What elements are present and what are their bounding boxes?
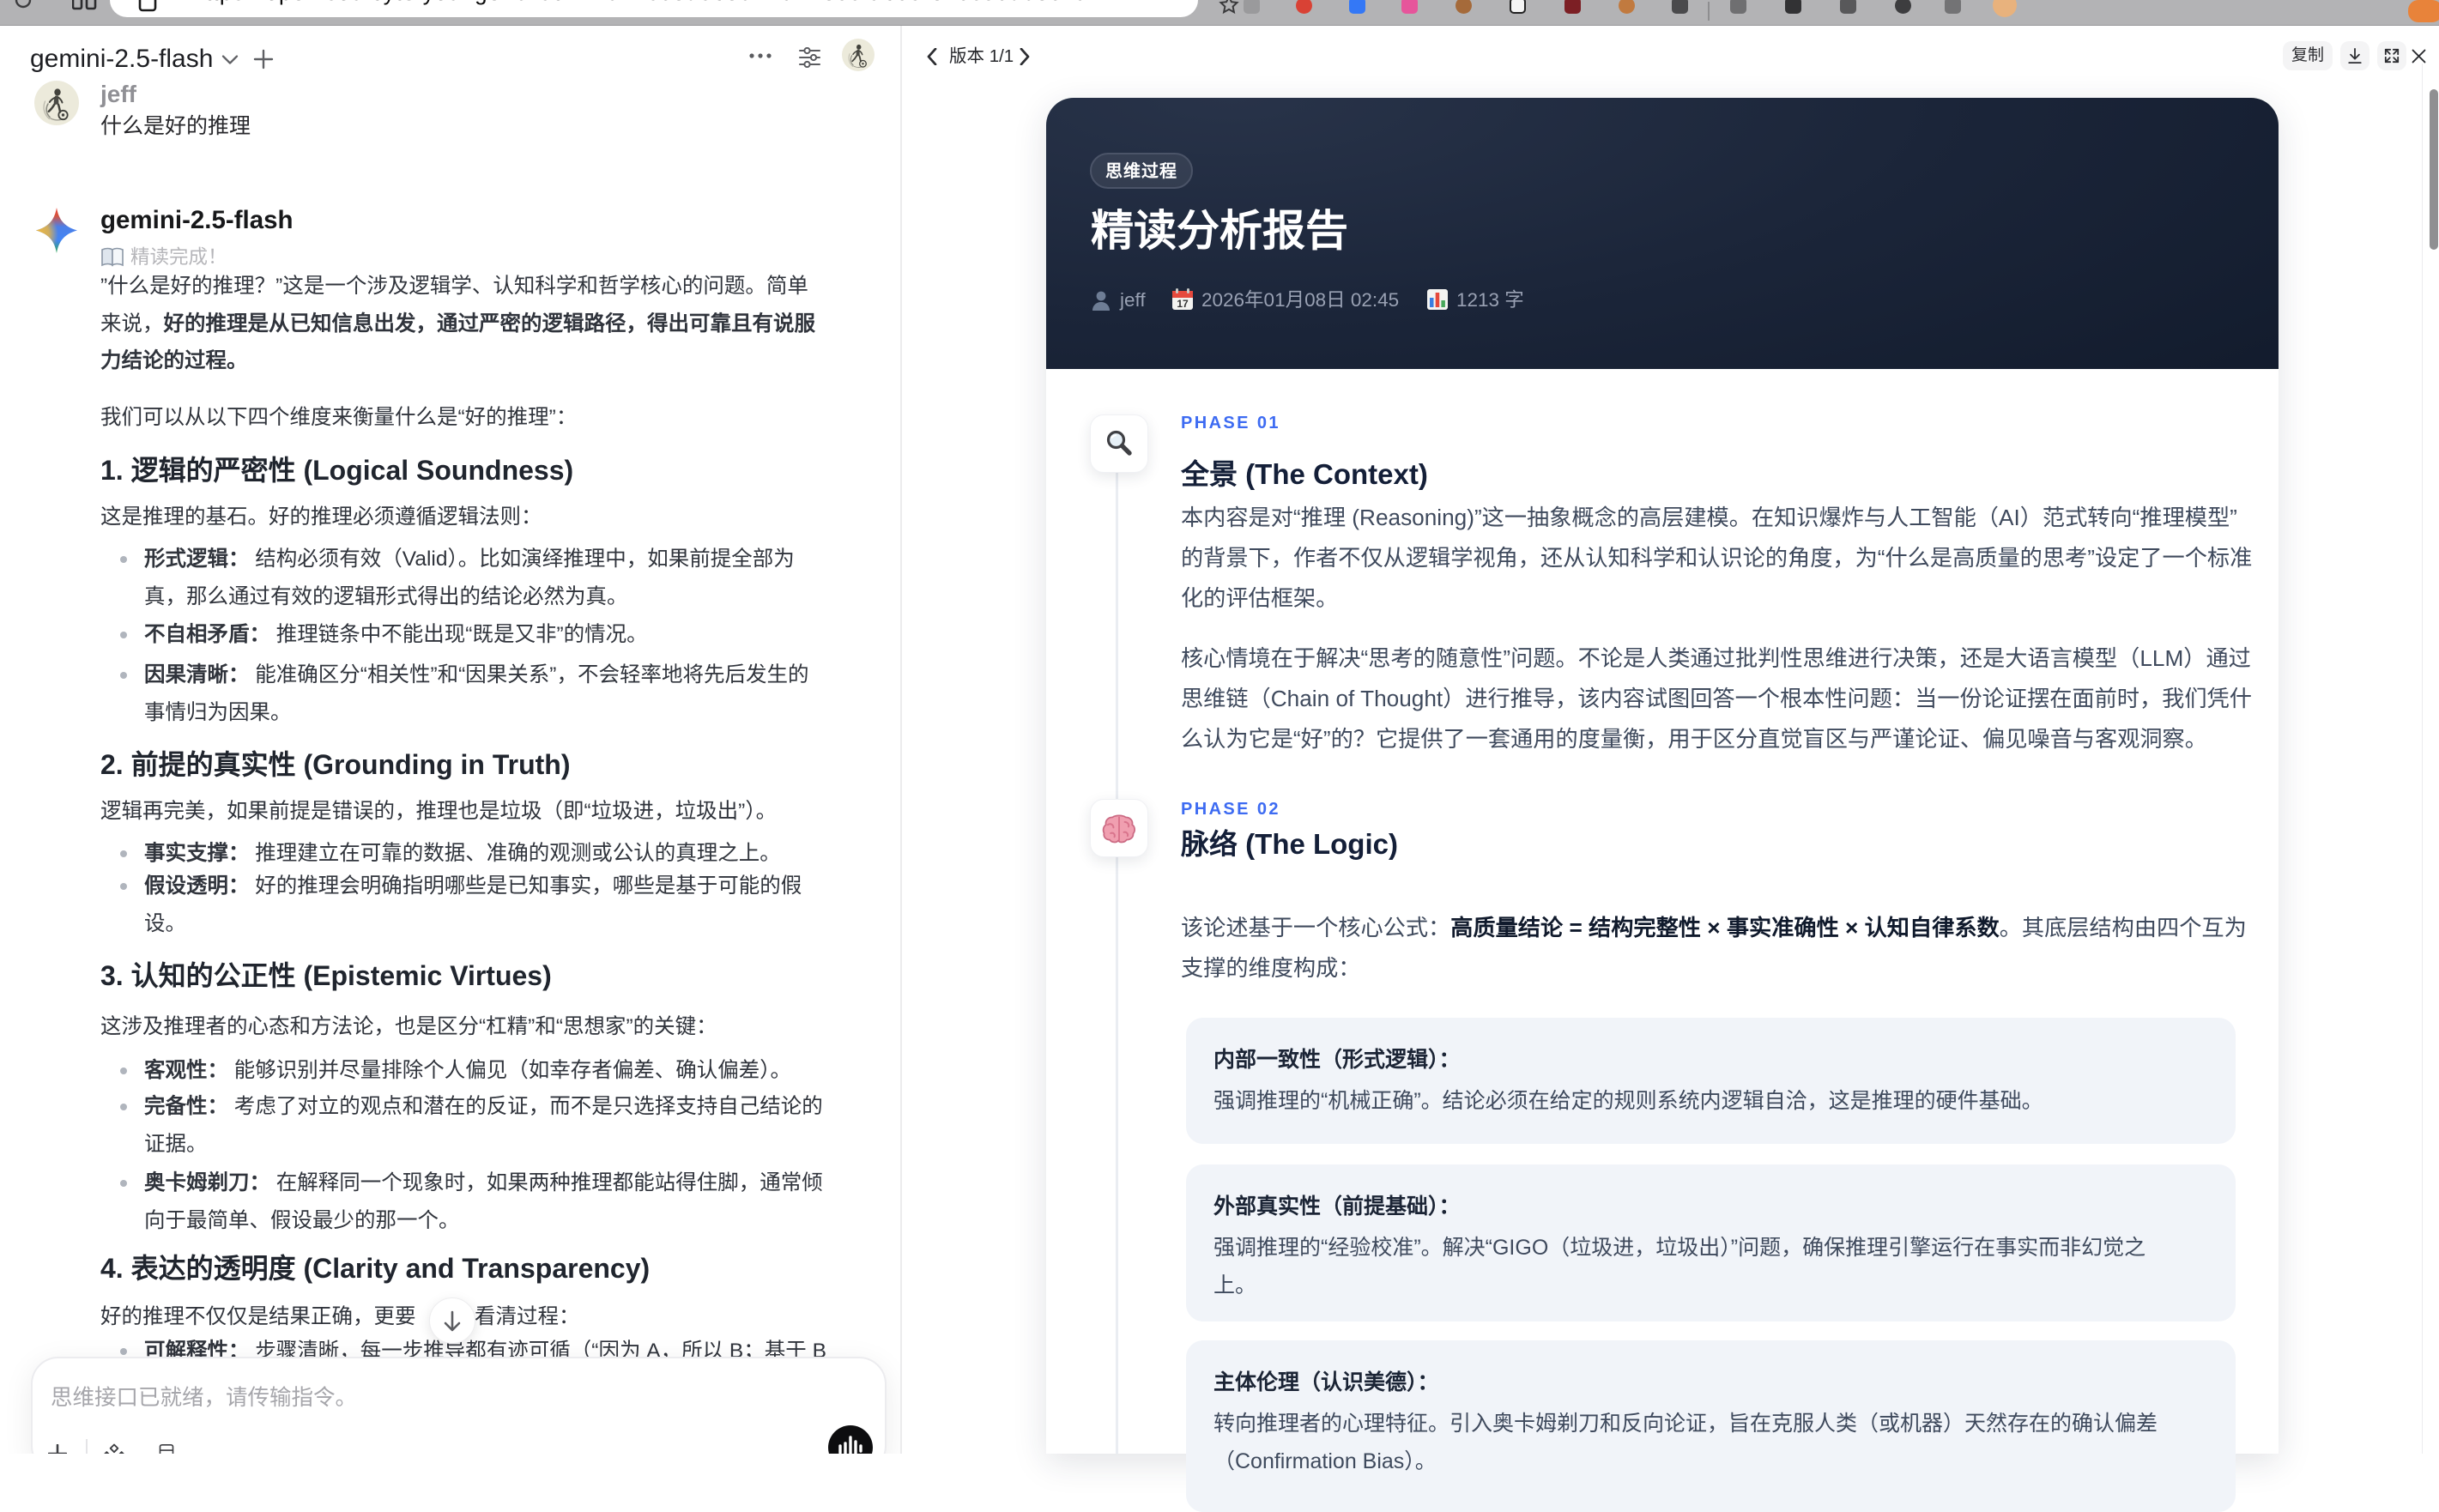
svg-text:17: 17 (1177, 298, 1189, 310)
